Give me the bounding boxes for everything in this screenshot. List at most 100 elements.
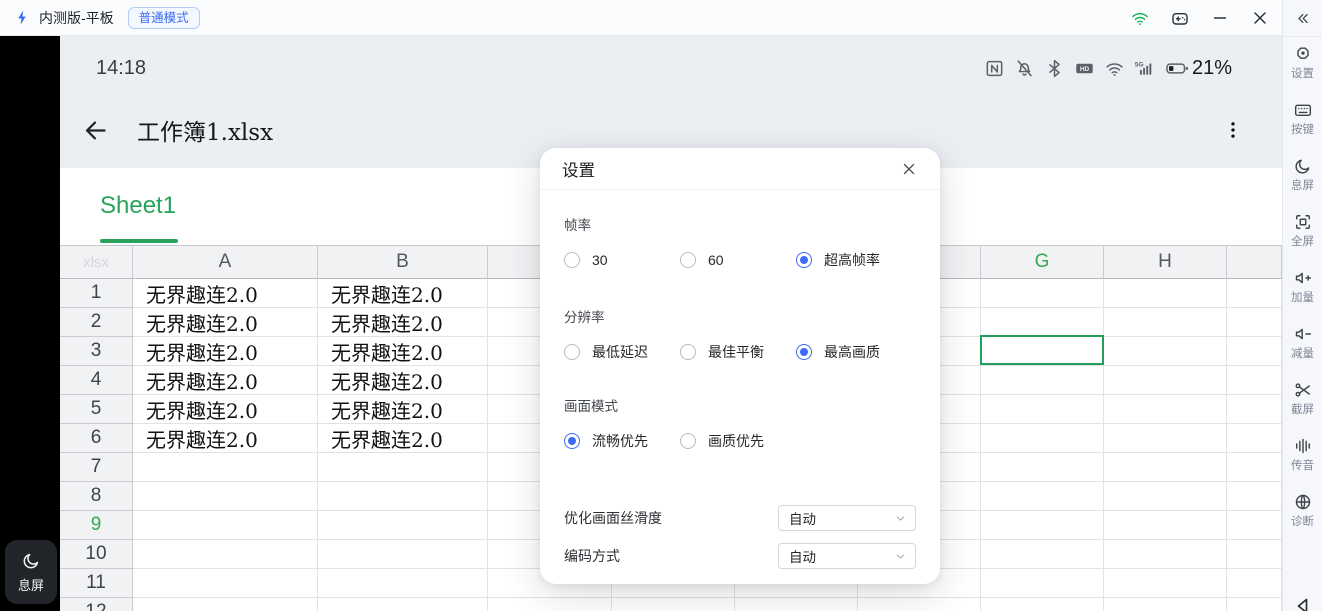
cell-partial3[interactable] [1227,337,1282,366]
cell-C12[interactable] [488,598,612,611]
cell-B7[interactable] [318,453,488,482]
cell-partial1[interactable] [1227,279,1282,308]
cell-A6[interactable]: 无界趣连2.0 [133,424,318,453]
cell-H10[interactable] [1104,540,1227,569]
radio-option-0-1[interactable]: 60 [680,252,796,268]
sidebar-item-settings[interactable]: 设置 [1291,44,1314,81]
kebab-menu-icon[interactable] [1222,119,1244,141]
cell-G12[interactable] [981,598,1104,611]
column-header-B[interactable]: B [318,246,488,279]
cell-partial4[interactable] [1227,366,1282,395]
cell-H1[interactable] [1104,279,1227,308]
cell-B9[interactable] [318,511,488,540]
row-header-9[interactable]: 9 [60,511,133,540]
column-header-partial[interactable] [1227,246,1282,279]
cell-B2[interactable]: 无界趣连2.0 [318,308,488,337]
cell-A2[interactable]: 无界趣连2.0 [133,308,318,337]
cell-partial10[interactable] [1227,540,1282,569]
sidebar-item-diagnose[interactable]: 诊断 [1291,492,1314,529]
row-header-3[interactable]: 3 [60,337,133,366]
cell-H6[interactable] [1104,424,1227,453]
column-header-G[interactable]: G [981,246,1104,279]
sidebar-item-volume-down[interactable]: 减量 [1291,324,1314,361]
cell-G2[interactable] [981,308,1104,337]
cell-B12[interactable] [318,598,488,611]
sidebar-item-keys[interactable]: 按键 [1291,100,1314,137]
cell-G11[interactable] [981,569,1104,598]
row-header-5[interactable]: 5 [60,395,133,424]
cell-G8[interactable] [981,482,1104,511]
cell-G9[interactable] [981,511,1104,540]
sidebar-item-fullscreen[interactable]: 全屏 [1291,212,1314,249]
cell-G7[interactable] [981,453,1104,482]
collapse-sidebar-button[interactable] [1283,0,1322,37]
radio-option-0-0[interactable]: 30 [564,252,680,268]
back-arrow-icon[interactable] [82,117,109,144]
sidebar-item-volume-up[interactable]: 加量 [1291,268,1314,305]
cell-H4[interactable] [1104,366,1227,395]
cell-partial8[interactable] [1227,482,1282,511]
cell-B10[interactable] [318,540,488,569]
close-icon[interactable] [900,160,918,178]
close-icon[interactable] [1250,8,1270,28]
radio-option-2-1[interactable]: 画质优先 [680,431,764,451]
radio-option-0-2[interactable]: 超高帧率 [796,250,880,270]
encoding-select[interactable]: 自动 [778,543,916,569]
cell-H3[interactable] [1104,337,1227,366]
row-header-10[interactable]: 10 [60,540,133,569]
back-triangle-icon[interactable] [1291,594,1315,611]
cell-H5[interactable] [1104,395,1227,424]
tab-sheet1[interactable]: Sheet1 [100,192,176,220]
cell-B8[interactable] [318,482,488,511]
cell-partial5[interactable] [1227,395,1282,424]
cell-A9[interactable] [133,511,318,540]
cell-G10[interactable] [981,540,1104,569]
cell-E12[interactable] [735,598,858,611]
row-header-12[interactable]: 12 [60,598,133,611]
cell-A10[interactable] [133,540,318,569]
cell-G4[interactable] [981,366,1104,395]
cell-D12[interactable] [612,598,735,611]
cell-G1[interactable] [981,279,1104,308]
cell-A4[interactable]: 无界趣连2.0 [133,366,318,395]
sidebar-item-screenshot[interactable]: 截屏 [1291,380,1314,417]
cell-B1[interactable]: 无界趣连2.0 [318,279,488,308]
sidebar-item-screen-off[interactable]: 息屏 [1291,156,1314,193]
cell-H12[interactable] [1104,598,1227,611]
cell-A7[interactable] [133,453,318,482]
cell-H7[interactable] [1104,453,1227,482]
row-header-6[interactable]: 6 [60,424,133,453]
cell-A11[interactable] [133,569,318,598]
cell-B4[interactable]: 无界趣连2.0 [318,366,488,395]
gamepad-icon[interactable] [1170,8,1190,28]
radio-option-1-2[interactable]: 最高画质 [796,342,880,362]
cell-A3[interactable]: 无界趣连2.0 [133,337,318,366]
row-header-1[interactable]: 1 [60,279,133,308]
cell-partial11[interactable] [1227,569,1282,598]
cell-G6[interactable] [981,424,1104,453]
screen-off-button[interactable]: 息屏 [5,540,57,604]
cell-A8[interactable] [133,482,318,511]
cell-B6[interactable]: 无界趣连2.0 [318,424,488,453]
cell-partial9[interactable] [1227,511,1282,540]
radio-option-2-0[interactable]: 流畅优先 [564,431,680,451]
smoothness-select[interactable]: 自动 [778,505,916,531]
radio-option-1-0[interactable]: 最低延迟 [564,342,680,362]
cell-partial7[interactable] [1227,453,1282,482]
row-header-11[interactable]: 11 [60,569,133,598]
row-header-4[interactable]: 4 [60,366,133,395]
cell-B5[interactable]: 无界趣连2.0 [318,395,488,424]
cell-B11[interactable] [318,569,488,598]
cell-partial2[interactable] [1227,308,1282,337]
cell-partial6[interactable] [1227,424,1282,453]
sidebar-item-audio[interactable]: 传音 [1291,436,1314,473]
minimize-icon[interactable] [1210,8,1230,28]
cell-A1[interactable]: 无界趣连2.0 [133,279,318,308]
cell-H11[interactable] [1104,569,1227,598]
cell-B3[interactable]: 无界趣连2.0 [318,337,488,366]
mode-badge[interactable]: 普通模式 [128,7,200,29]
radio-option-1-1[interactable]: 最佳平衡 [680,342,796,362]
cell-H2[interactable] [1104,308,1227,337]
row-header-2[interactable]: 2 [60,308,133,337]
cell-G5[interactable] [981,395,1104,424]
